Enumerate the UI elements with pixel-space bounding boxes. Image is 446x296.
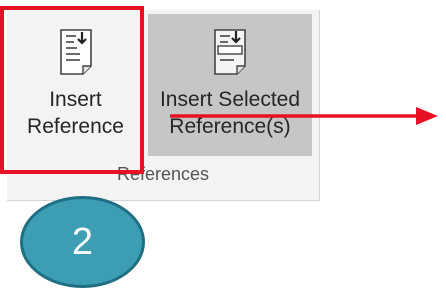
arrow-right-icon xyxy=(170,107,438,125)
step-number: 2 xyxy=(71,220,94,263)
insert-selected-reference-icon xyxy=(214,29,246,75)
insert-selected-references-button[interactable]: Insert Selected Reference(s) xyxy=(148,14,312,156)
step-number-badge: 2 xyxy=(20,196,145,288)
highlight-box xyxy=(0,6,144,174)
